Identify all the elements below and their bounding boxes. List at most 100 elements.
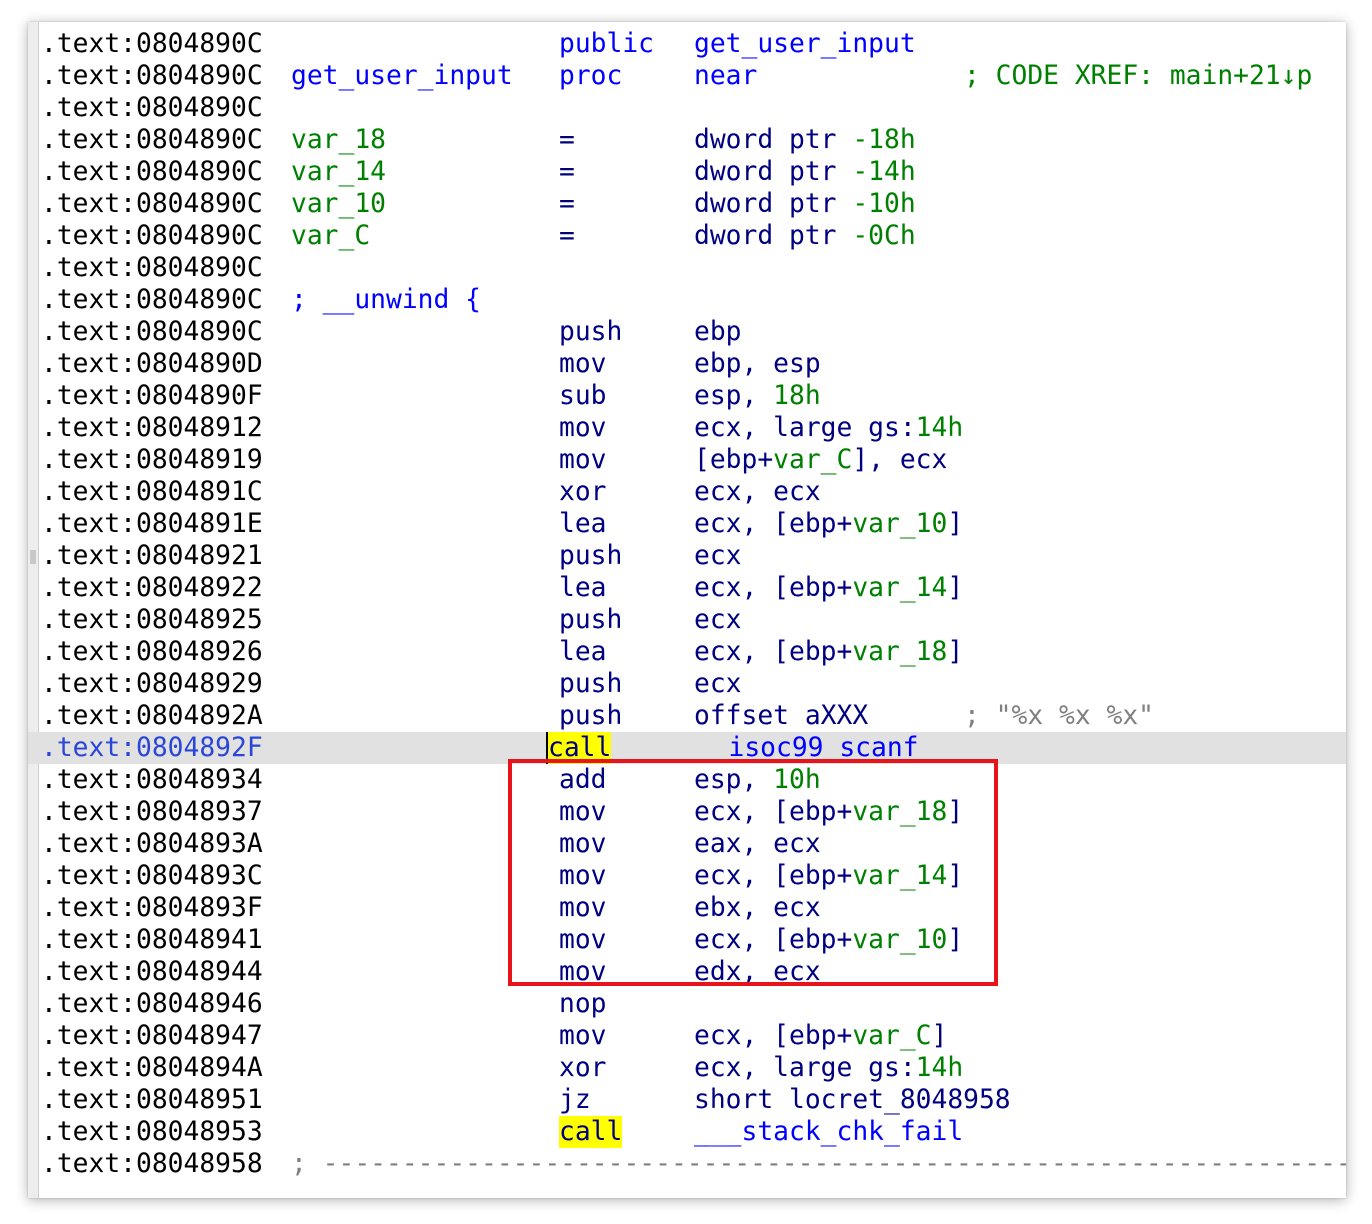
listing-line[interactable]: .text:0804890C var_14 = dword ptr -14h — [41, 156, 1346, 188]
line-address: .text:0804890C — [41, 285, 263, 315]
xref-comment[interactable]: ; CODE XREF: main+21↓p — [964, 60, 1312, 92]
separator-comment: ; --------------------------------------… — [291, 1149, 1346, 1179]
line-mnemonic: lea — [559, 509, 607, 539]
line-address: .text:0804893A — [41, 829, 263, 859]
line-address: .text:08048958 — [41, 1149, 263, 1179]
call-target-link[interactable]: ___stack_chk_fail — [694, 1116, 963, 1148]
listing-line[interactable]: .text:0804890C var_C = dword ptr -0Ch — [41, 220, 1346, 252]
line-address: .text:0804893F — [41, 893, 263, 923]
immediate-value: -14h — [852, 157, 916, 187]
line-operands[interactable]: get_user_input — [694, 28, 916, 60]
line-mnemonic: push — [559, 669, 623, 699]
line-mnemonic: jz — [559, 1085, 591, 1115]
line-address: .text:0804890C — [41, 93, 263, 123]
listing-line[interactable]: .text:08048919 mov [ebp+var_C], ecx — [41, 444, 1346, 476]
stack-var-ref[interactable]: var_C — [773, 445, 852, 475]
line-address: .text:0804894A — [41, 1053, 263, 1083]
listing-line[interactable]: .text:0804890C var_18 = dword ptr -18h — [41, 124, 1346, 156]
line-address: .text:08048926 — [41, 637, 263, 667]
listing-line[interactable]: .text:0804891C xor ecx, ecx — [41, 476, 1346, 508]
listing-line[interactable]: .text:08048925 push ecx — [41, 604, 1346, 636]
line-mnemonic: nop — [559, 989, 607, 1019]
line-address: .text:08048953 — [41, 1117, 263, 1147]
immediate-value: 18h — [773, 381, 821, 411]
line-mnemonic: sub — [559, 381, 607, 411]
listing-line[interactable]: .text:08048921 push ecx — [41, 540, 1346, 572]
listing-line[interactable]: .text:08048922 lea ecx, [ebp+var_14] — [41, 572, 1346, 604]
jump-target-link[interactable]: short locret_8048958 — [694, 1084, 1011, 1116]
line-operands: ecx — [694, 605, 742, 635]
listing-line[interactable]: .text:0804894A xor ecx, large gs:14h — [41, 1052, 1346, 1084]
line-mnemonic: lea — [559, 637, 607, 667]
listing-line[interactable]: .text:0804890C var_10 = dword ptr -10h — [41, 188, 1346, 220]
disassembly-listing[interactable]: .text:0804890C public get_user_input .te… — [28, 28, 1346, 1180]
line-mnemonic: xor — [559, 477, 607, 507]
line-operands[interactable]: offset aXXX — [694, 700, 868, 732]
stack-var-ref[interactable]: var_14 — [852, 573, 947, 603]
line-mnemonic: push — [559, 701, 623, 731]
line-mnemonic: push — [559, 317, 623, 347]
listing-line[interactable]: .text:08048947 mov ecx, [ebp+var_C] — [41, 1020, 1346, 1052]
stack-var-name[interactable]: var_10 — [291, 188, 386, 220]
line-address: .text:0804892A — [41, 701, 263, 731]
line-mnemonic: mov — [559, 349, 607, 379]
listing-line[interactable]: .text:0804890C public get_user_input — [41, 28, 1346, 60]
immediate-value: -18h — [852, 125, 916, 155]
stack-var-name[interactable]: var_14 — [291, 156, 386, 188]
line-mnemonic: mov — [559, 445, 607, 475]
line-address: .text:08048919 — [41, 445, 263, 475]
line-address: .text:0804892F — [41, 733, 263, 763]
line-label[interactable]: get_user_input — [291, 60, 513, 92]
line-operands: esp, 18h — [694, 381, 821, 411]
stack-var-ref[interactable]: var_C — [852, 1021, 931, 1051]
listing-line[interactable]: .text:0804890F sub esp, 18h — [41, 380, 1346, 412]
listing-line[interactable]: .text:08048951 jz short locret_8048958 — [41, 1084, 1346, 1116]
listing-line[interactable]: .text:08048929 push ecx — [41, 668, 1346, 700]
line-mnemonic: = — [559, 221, 575, 251]
line-address: .text:0804890D — [41, 349, 263, 379]
stack-var-name[interactable]: var_18 — [291, 124, 386, 156]
unwind-comment: ; __unwind { — [291, 285, 481, 315]
line-address: .text:08048921 — [41, 541, 263, 571]
line-address: .text:08048946 — [41, 989, 263, 1019]
listing-line[interactable]: .text:08048946 nop — [41, 988, 1346, 1020]
gutter-marker — [30, 550, 36, 564]
listing-line[interactable]: .text:08048912 mov ecx, large gs:14h — [41, 412, 1346, 444]
line-address: .text:08048929 — [41, 669, 263, 699]
line-address: .text:0804890C — [41, 317, 263, 347]
line-address: .text:0804890C — [41, 61, 263, 91]
line-address: .text:0804890C — [41, 157, 263, 187]
disassembly-window: .text:0804890C public get_user_input .te… — [28, 22, 1346, 1198]
line-mnemonic: = — [559, 189, 575, 219]
listing-line[interactable]: .text:0804890C get_user_input proc near … — [41, 60, 1346, 92]
immediate-value: 14h — [915, 1053, 964, 1083]
line-address: .text:08048944 — [41, 957, 263, 987]
left-gutter — [28, 22, 39, 1198]
listing-line[interactable]: .text:0804890C push ebp — [41, 316, 1346, 348]
stack-var-ref[interactable]: var_10 — [852, 509, 947, 539]
listing-line[interactable]: .text:08048926 lea ecx, [ebp+var_18] — [41, 636, 1346, 668]
listing-line[interactable]: .text:0804890C — [41, 92, 1346, 124]
line-operands: ebp, esp — [694, 349, 821, 379]
listing-line[interactable]: .text:0804891E lea ecx, [ebp+var_10] — [41, 508, 1346, 540]
line-operands: [ebp+var_C], ecx — [694, 445, 948, 475]
listing-line[interactable]: .text:08048953 call ___stack_chk_fail — [41, 1116, 1346, 1148]
line-mnemonic: mov — [559, 413, 607, 443]
listing-line[interactable]: .text:0804890C ; __unwind { — [41, 284, 1346, 316]
line-address: .text:08048937 — [41, 797, 263, 827]
line-address: .text:0804893C — [41, 861, 263, 891]
line-operands: dword ptr -14h — [694, 157, 916, 187]
line-operands: dword ptr -0Ch — [694, 221, 916, 251]
line-mnemonic: = — [559, 125, 575, 155]
line-operands: ecx, [ebp+var_14] — [694, 573, 964, 603]
stack-var-ref[interactable]: var_18 — [852, 637, 947, 667]
call-mnemonic: call — [559, 1116, 623, 1148]
listing-line[interactable]: .text:0804892A push offset aXXX ; "%x %x… — [41, 700, 1346, 732]
line-operands: ecx — [694, 541, 742, 571]
listing-line[interactable]: .text:0804890C — [41, 252, 1346, 284]
line-mnemonic: lea — [559, 573, 607, 603]
listing-line[interactable]: .text:08048958 ; -----------------------… — [41, 1148, 1346, 1180]
stack-var-name[interactable]: var_C — [291, 220, 370, 252]
line-address: .text:08048947 — [41, 1021, 263, 1051]
listing-line[interactable]: .text:0804890D mov ebp, esp — [41, 348, 1346, 380]
